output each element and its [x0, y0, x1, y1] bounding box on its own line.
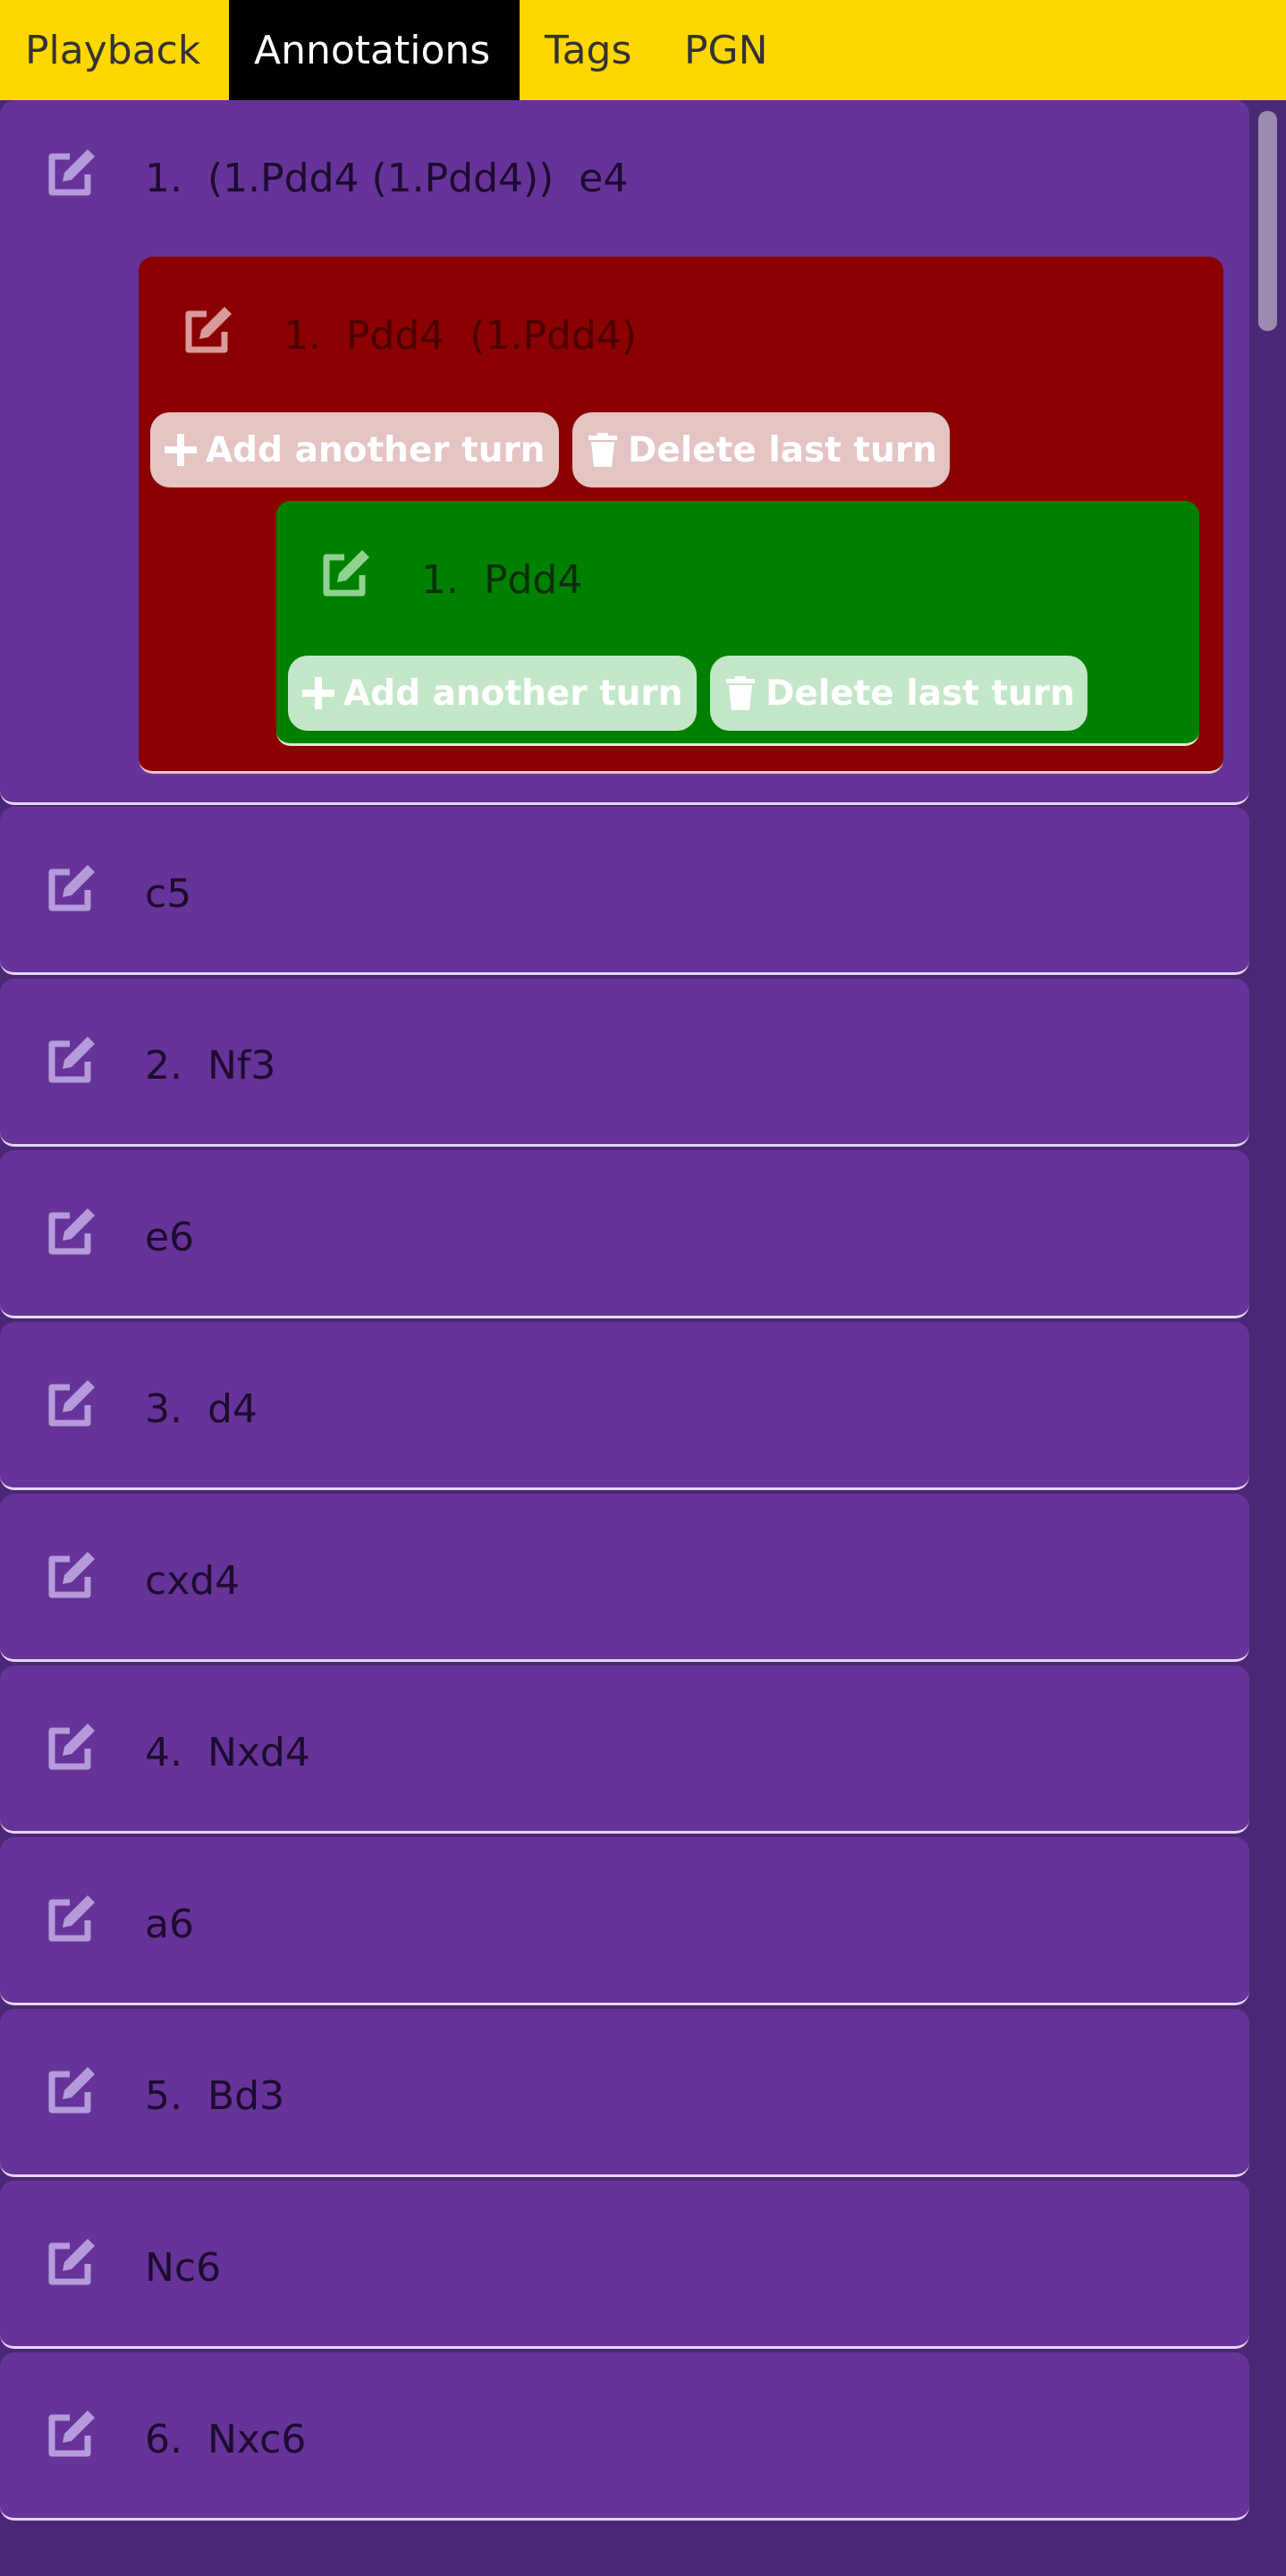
- bottom-strip: [0, 2538, 1286, 2576]
- move-text: Nc6: [145, 2245, 222, 2291]
- edit-icon[interactable]: [43, 2233, 100, 2291]
- edit-icon[interactable]: [317, 545, 375, 602]
- add-another-turn-button[interactable]: Add another turn: [288, 656, 697, 731]
- tab-pgn[interactable]: PGN: [659, 0, 784, 100]
- delete-last-turn-label: Delete last turn: [766, 673, 1075, 714]
- move-row[interactable]: 3. d4: [0, 1322, 1249, 1490]
- edit-icon[interactable]: [180, 301, 237, 359]
- move-text: 1. Pdd4 (1.Pdd4): [283, 313, 638, 359]
- move-text: 1. Pdd4: [421, 557, 583, 603]
- move-row[interactable]: a6: [0, 1837, 1249, 2005]
- trash-icon: [585, 432, 621, 468]
- variation-level-1: 1. Pdd4 (1.Pdd4) Add another turn Delete…: [139, 257, 1223, 774]
- variation-level-2: 1. Pdd4 Add another turn Delete last tur…: [276, 501, 1199, 746]
- tab-playback[interactable]: Playback: [0, 0, 229, 100]
- edit-icon[interactable]: [43, 1718, 100, 1775]
- edit-icon[interactable]: [43, 144, 100, 201]
- move-row[interactable]: 4. Nxd4: [0, 1665, 1249, 1834]
- move-text: c5: [145, 871, 192, 917]
- move-row[interactable]: 2. Nf3: [0, 979, 1249, 1147]
- move-row[interactable]: e6: [0, 1150, 1249, 1318]
- annotations-list: 1. (1.Pdd4 (1.Pdd4)) e4 1. Pdd4 (1.Pdd4)…: [0, 100, 1249, 2538]
- edit-icon[interactable]: [43, 860, 100, 917]
- edit-icon[interactable]: [43, 1375, 100, 1432]
- add-another-turn-label: Add another turn: [343, 673, 683, 714]
- edit-icon[interactable]: [43, 2405, 100, 2462]
- move-row[interactable]: c5: [0, 807, 1249, 975]
- move-text: cxd4: [145, 1558, 241, 1604]
- move-text: 3. d4: [145, 1386, 258, 1432]
- edit-icon[interactable]: [43, 1546, 100, 1604]
- edit-icon[interactable]: [43, 1031, 100, 1089]
- move-row[interactable]: Nc6: [0, 2181, 1249, 2349]
- tab-bar: Playback Annotations Tags PGN: [0, 0, 1286, 100]
- move-text: a6: [145, 1902, 194, 1947]
- plus-icon: [300, 675, 336, 711]
- delete-last-turn-button[interactable]: Delete last turn: [572, 412, 950, 487]
- move-text: 5. Bd3: [145, 2073, 285, 2119]
- move-text: e6: [145, 1215, 195, 1260]
- move-text: 6. Nxc6: [145, 2417, 307, 2462]
- move-row[interactable]: 1. (1.Pdd4 (1.Pdd4)) e4 1. Pdd4 (1.Pdd4)…: [0, 100, 1249, 805]
- move-text: 4. Nxd4: [145, 1730, 310, 1775]
- move-row[interactable]: 5. Bd3: [0, 2009, 1249, 2177]
- tab-tags[interactable]: Tags: [520, 0, 659, 100]
- edit-icon[interactable]: [43, 2062, 100, 2119]
- scrollbar[interactable]: [1249, 100, 1286, 2538]
- add-another-turn-button[interactable]: Add another turn: [150, 412, 559, 487]
- trash-icon: [723, 675, 758, 711]
- tab-annotations[interactable]: Annotations: [229, 0, 520, 100]
- delete-last-turn-label: Delete last turn: [628, 429, 937, 470]
- move-row[interactable]: cxd4: [0, 1494, 1249, 1662]
- scrollbar-thumb[interactable]: [1258, 111, 1277, 331]
- edit-icon[interactable]: [43, 1890, 100, 1947]
- plus-icon: [163, 432, 199, 468]
- delete-last-turn-button[interactable]: Delete last turn: [710, 656, 1087, 731]
- move-text: 2. Nf3: [145, 1043, 276, 1089]
- move-row[interactable]: 6. Nxc6: [0, 2352, 1249, 2521]
- move-text: 1. (1.Pdd4 (1.Pdd4)) e4: [145, 156, 629, 201]
- edit-icon[interactable]: [43, 1203, 100, 1260]
- add-another-turn-label: Add another turn: [206, 429, 546, 470]
